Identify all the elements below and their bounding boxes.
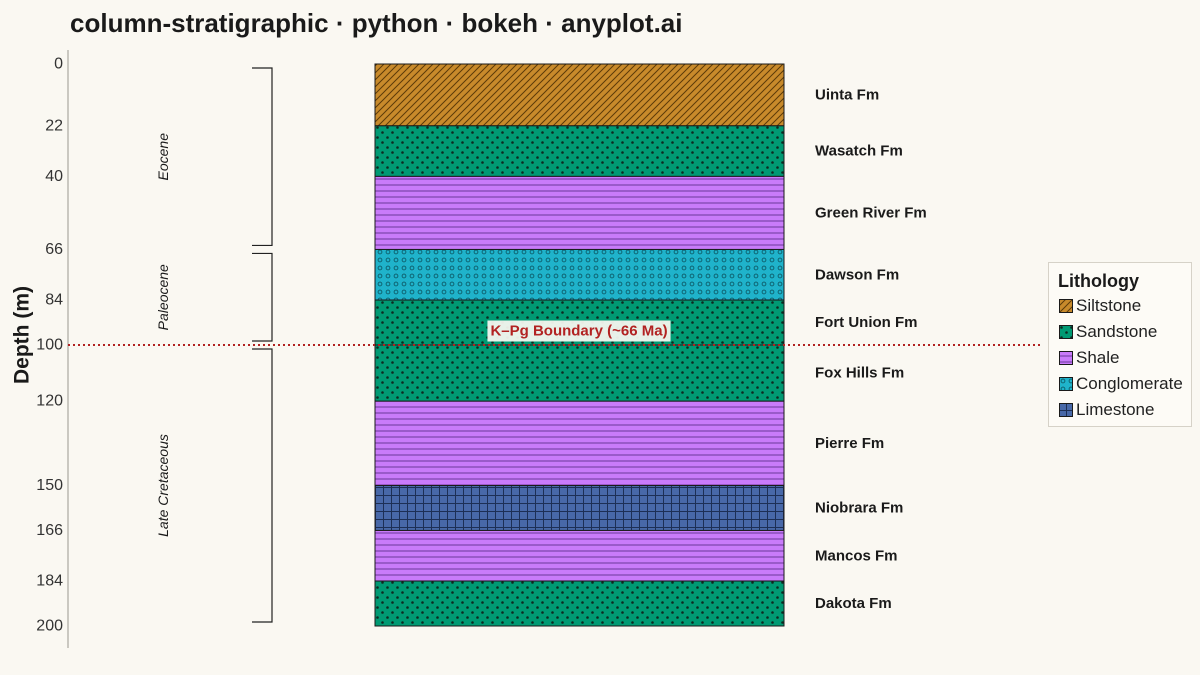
- legend-item: Shale: [1059, 348, 1119, 368]
- legend-title: Lithology: [1058, 271, 1139, 291]
- layer-sandstone: [374, 344, 785, 402]
- legend-item: Conglomerate: [1059, 374, 1183, 394]
- legend-swatch: [1059, 403, 1073, 417]
- legend-swatch-fill: [1059, 351, 1073, 365]
- legend-label: Shale: [1076, 348, 1120, 367]
- formation-label: Fort Union Fm: [815, 314, 917, 331]
- legend-swatch-fill: [1059, 377, 1073, 391]
- boundary-label: K–Pg Boundary (~66 Ma): [490, 323, 667, 340]
- legend-item: Sandstone: [1059, 322, 1157, 342]
- y-axis: 0 22 40 66 84 100 120 150 166 184 200 Depth (m): [11, 50, 69, 648]
- legend: Lithology Siltstone Sandstone Shale Conglom…: [1048, 262, 1192, 427]
- epoch-bracket: [252, 348, 273, 623]
- layer-conglomerate: [374, 248, 785, 301]
- epoch-bracket: [252, 67, 273, 247]
- formation-label: Dakota Fm: [815, 595, 892, 612]
- legend-swatch-fill: [1059, 403, 1073, 417]
- layer-sandstone: [374, 580, 785, 627]
- y-tick-label: 84: [45, 292, 63, 309]
- legend-label: Limestone: [1076, 400, 1155, 419]
- y-tick-label: 150: [36, 477, 63, 494]
- legend-swatch: [1059, 351, 1073, 365]
- stratigraphic-chart: 0 22 40 66 84 100 120 150 166 184 200 Depth (m) Eoc…: [11, 50, 1040, 648]
- y-tick-label: 100: [36, 337, 63, 354]
- legend-swatch: [1059, 377, 1073, 391]
- y-tick-label: 22: [45, 117, 63, 134]
- legend-swatch: [1059, 299, 1073, 313]
- layer-sandstone: [374, 125, 785, 177]
- y-tick-label: 120: [36, 393, 63, 410]
- legend-swatch: [1059, 325, 1073, 339]
- legend-label: Siltstone: [1076, 296, 1142, 315]
- formation-label: Uinta Fm: [815, 86, 879, 103]
- legend-swatch-fill: [1059, 325, 1073, 339]
- y-axis-label: Depth (m): [11, 286, 34, 384]
- formation-label: Pierre Fm: [815, 435, 884, 452]
- legend-label: Conglomerate: [1076, 374, 1183, 393]
- epoch-label: Late Cretaceous: [155, 434, 171, 537]
- formation-label: Green River Fm: [815, 204, 927, 221]
- y-tick-label: 0: [54, 56, 63, 73]
- layer-shale: [374, 175, 785, 250]
- legend-swatch-fill: [1059, 299, 1073, 313]
- formation-label: Fox Hills Fm: [815, 365, 904, 382]
- y-tick-label: 184: [36, 573, 63, 590]
- legend-item: Limestone: [1059, 400, 1154, 420]
- formation-label: Niobrara Fm: [815, 499, 903, 516]
- layer-siltstone: [374, 63, 785, 127]
- y-tick-label: 40: [45, 168, 63, 185]
- y-tick-label: 200: [36, 618, 63, 635]
- formation-label: Dawson Fm: [815, 266, 899, 283]
- layer-shale: [374, 529, 785, 582]
- formation-label: Mancos Fm: [815, 547, 898, 564]
- formation-label: Wasatch Fm: [815, 143, 903, 160]
- layer-shale: [374, 400, 785, 487]
- y-tick-label: 166: [36, 522, 63, 539]
- epoch-label: Eocene: [155, 133, 171, 181]
- y-tick-label: 66: [45, 241, 63, 258]
- legend-item: Siltstone: [1059, 296, 1141, 316]
- epoch-bracket: [252, 252, 273, 342]
- epoch-label: Paleocene: [155, 264, 171, 330]
- formation-labels: Uinta Fm Wasatch Fm Green River Fm Dawson F…: [815, 86, 927, 612]
- layer-limestone: [374, 485, 785, 531]
- legend-label: Sandstone: [1076, 322, 1158, 341]
